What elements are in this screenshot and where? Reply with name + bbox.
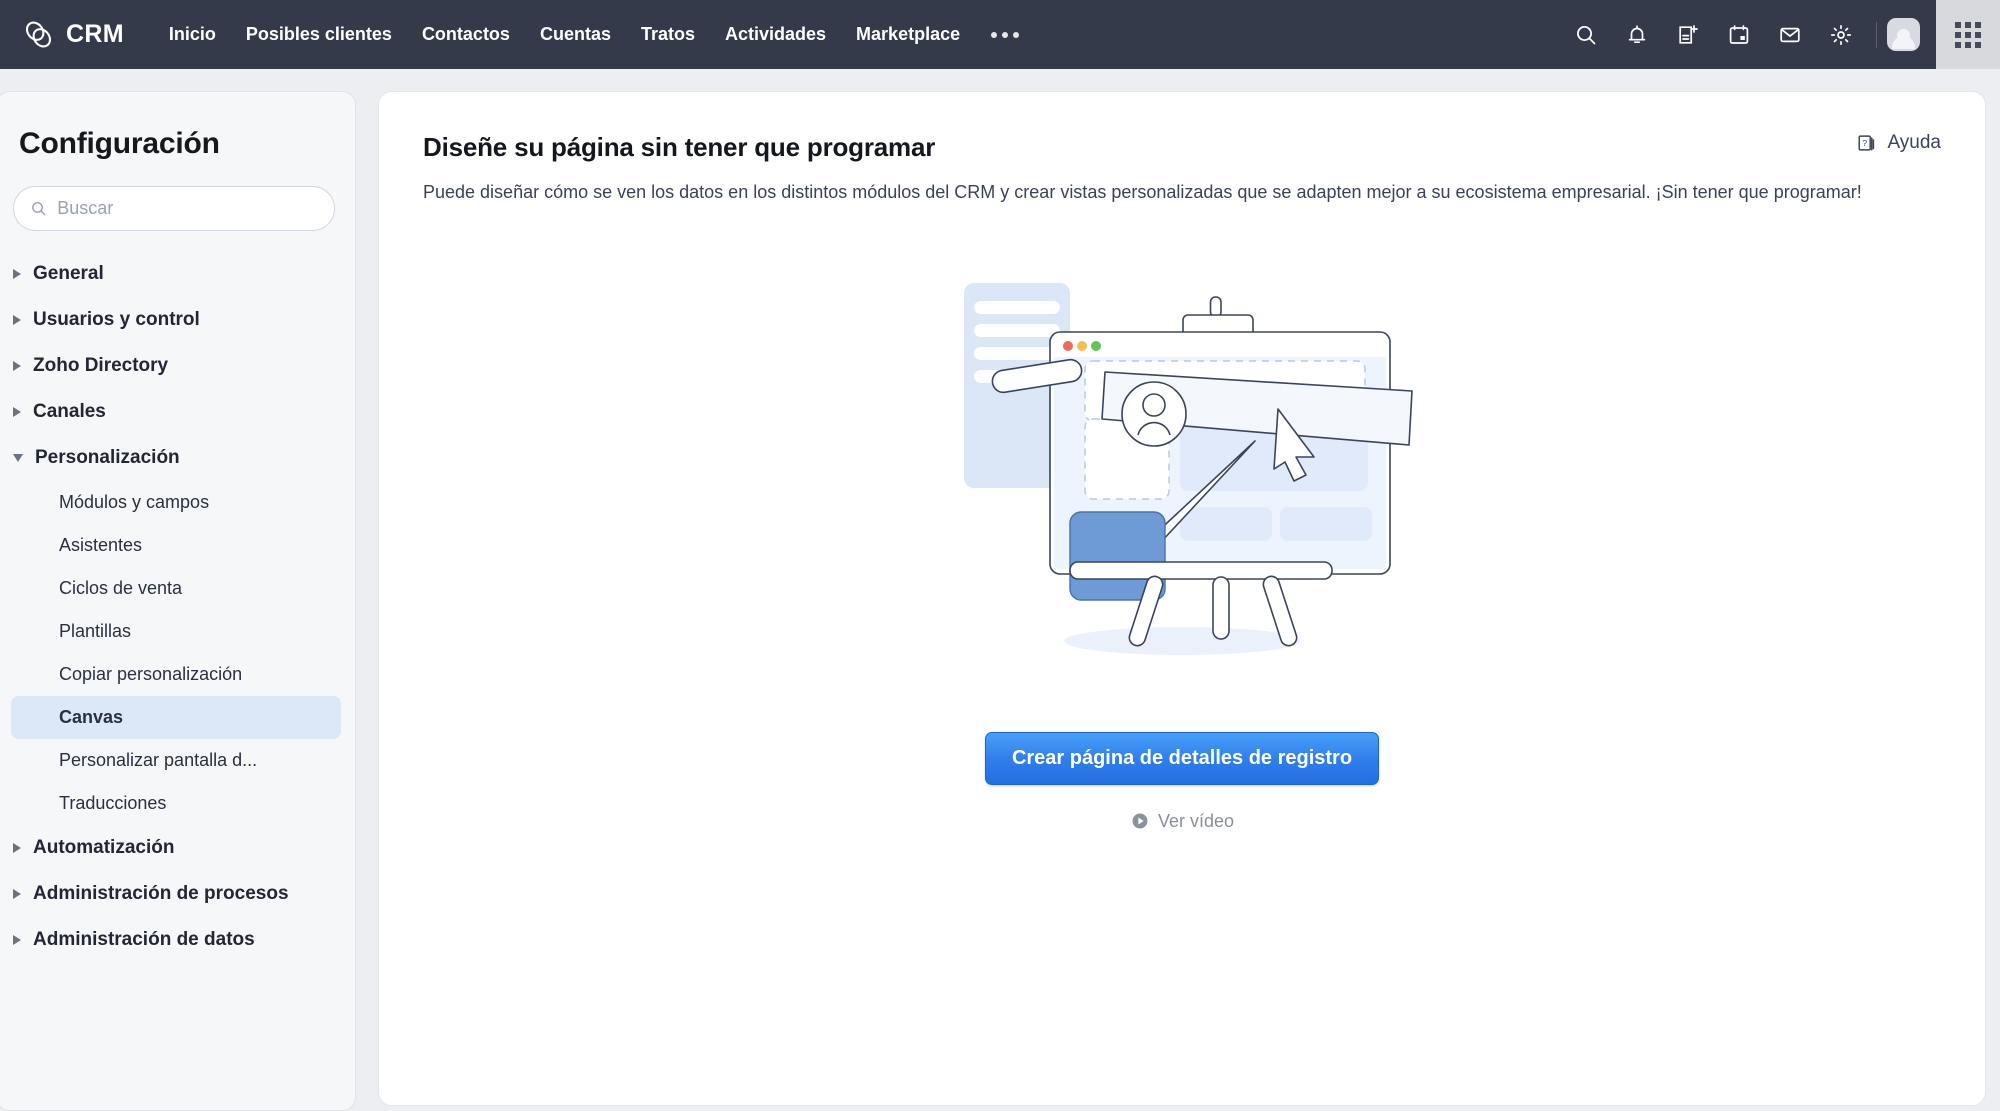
sidebar-item-canvas[interactable]: Canvas	[11, 696, 341, 739]
chevron-right-icon	[13, 361, 21, 371]
chevron-right-icon	[13, 407, 21, 417]
watch-video-label: Ver vídeo	[1157, 810, 1235, 831]
content-body: Crear página de detalles de registro Ver…	[379, 269, 1985, 832]
chevron-right-icon	[13, 935, 21, 945]
sidebar-group-general[interactable]: General	[0, 251, 355, 297]
sidebar-group-label: Automatización	[33, 837, 175, 858]
sidebar-group-label: General	[33, 263, 104, 284]
sidebar-group-label: Usuarios y control	[33, 309, 200, 330]
sidebar-group-label: Administración de datos	[33, 929, 255, 950]
settings-sidebar: Configuración General Usuarios y control…	[0, 91, 356, 1111]
avatar[interactable]	[1887, 18, 1920, 51]
sidebar-group-label: Canales	[33, 401, 106, 422]
page-body: Configuración General Usuarios y control…	[0, 69, 2000, 1111]
create-record-detail-page-button[interactable]: Crear página de detalles de registro	[984, 731, 1380, 785]
add-note-icon[interactable]	[1662, 0, 1713, 69]
search-icon[interactable]	[1560, 0, 1611, 69]
nav-item-tratos[interactable]: Tratos	[626, 16, 710, 53]
chevron-right-icon	[13, 315, 21, 325]
sidebar-item-copiar-personalizacion[interactable]: Copiar personalización	[11, 653, 341, 696]
calendar-icon[interactable]	[1713, 0, 1764, 69]
sidebar-group-canales[interactable]: Canales	[0, 389, 355, 435]
top-right-actions	[1560, 0, 2000, 69]
bell-icon[interactable]	[1611, 0, 1662, 69]
search-input[interactable]	[13, 186, 335, 231]
brand-name: CRM	[66, 20, 124, 48]
search-icon	[32, 201, 46, 216]
canvas-content-panel: Diseñe su página sin tener que programar…	[378, 91, 1986, 1106]
avatar-circle	[1121, 381, 1187, 447]
top-navigation-bar: CRM Inicio Posibles clientes Contactos C…	[0, 0, 2000, 69]
sidebar-group-label: Personalización	[35, 447, 180, 468]
canvas-easel-illustration	[942, 269, 1422, 694]
sidebar-item-personalizar-pantalla[interactable]: Personalizar pantalla d...	[11, 739, 341, 782]
sidebar-group-automatizacion[interactable]: Automatización	[0, 825, 355, 871]
chevron-right-icon	[13, 889, 21, 899]
nav-item-marketplace[interactable]: Marketplace	[841, 16, 975, 53]
app-grid-icon[interactable]	[1936, 0, 2000, 69]
settings-nav-list: General Usuarios y control Zoho Director…	[0, 251, 355, 963]
sidebar-group-administracion-de-procesos[interactable]: Administración de procesos	[0, 871, 355, 917]
mail-icon[interactable]	[1764, 0, 1815, 69]
sidebar-item-modulos-y-campos[interactable]: Módulos y campos	[11, 481, 341, 524]
sidebar-group-administracion-de-datos[interactable]: Administración de datos	[0, 917, 355, 963]
nav-item-posibles-clientes[interactable]: Posibles clientes	[231, 16, 407, 53]
nav-item-cuentas[interactable]: Cuentas	[525, 16, 626, 53]
nav-item-contactos[interactable]: Contactos	[407, 16, 525, 53]
toolbar-divider	[1876, 21, 1877, 48]
watch-video-link[interactable]: Ver vídeo	[1130, 811, 1234, 832]
help-link[interactable]: ? Ayuda	[1856, 132, 1941, 154]
content-header: Diseñe su página sin tener que programar…	[379, 92, 1985, 207]
chevron-right-icon	[13, 843, 21, 853]
sidebar-group-zoho-directory[interactable]: Zoho Directory	[0, 343, 355, 389]
gear-icon[interactable]	[1815, 0, 1866, 69]
ellipsis-icon[interactable]	[975, 20, 1035, 50]
chevron-right-icon	[13, 269, 21, 279]
zoho-loop-logo-icon	[22, 18, 55, 51]
window-dot-green	[1091, 340, 1101, 351]
brand-logo-area[interactable]: CRM	[22, 18, 124, 51]
search-field[interactable]	[57, 198, 318, 219]
sidebar-group-usuarios-y-control[interactable]: Usuarios y control	[0, 297, 355, 343]
window-dot-yellow	[1077, 340, 1087, 351]
sidebar-item-asistentes[interactable]: Asistentes	[11, 524, 341, 567]
window-dot-red	[1063, 340, 1073, 351]
sidebar-item-ciclos-de-venta[interactable]: Ciclos de venta	[11, 567, 341, 610]
main-nav: Inicio Posibles clientes Contactos Cuent…	[154, 16, 1035, 53]
content-title: Diseñe su página sin tener que programar	[423, 132, 936, 162]
sidebar-item-traducciones[interactable]: Traducciones	[11, 782, 341, 825]
nav-item-actividades[interactable]: Actividades	[710, 16, 841, 53]
content-description: Puede diseñar cómo se ven los datos en l…	[423, 182, 1862, 202]
ground-shadow	[1064, 626, 1300, 655]
svg-text:?: ?	[1863, 138, 1868, 148]
help-label: Ayuda	[1887, 132, 1941, 153]
sidebar-group-label: Zoho Directory	[33, 355, 169, 376]
nav-item-inicio[interactable]: Inicio	[154, 16, 231, 53]
sidebar-item-plantillas[interactable]: Plantillas	[11, 610, 341, 653]
chevron-down-icon	[13, 454, 23, 462]
sidebar-group-label: Administración de procesos	[33, 883, 289, 904]
sidebar-group-personalizacion[interactable]: Personalización	[0, 435, 355, 481]
play-circle-icon	[1132, 813, 1148, 829]
page-title: Configuración	[19, 127, 220, 160]
help-pages-icon: ?	[1858, 135, 1875, 151]
